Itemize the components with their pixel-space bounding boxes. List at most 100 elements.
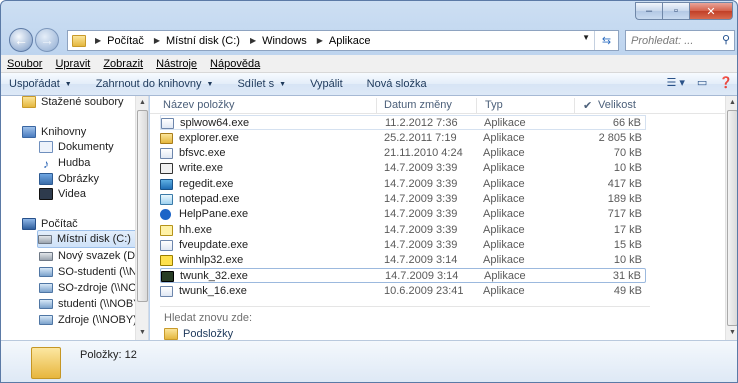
back-button[interactable]: ← — [9, 28, 33, 52]
help-icon — [160, 208, 171, 220]
sidebar-item-local-disk-c[interactable]: Místní disk (C:) — [37, 230, 137, 248]
burn-button[interactable]: Vypálit — [310, 78, 343, 90]
scroll-up-icon[interactable]: ▲ — [726, 96, 737, 110]
table-row[interactable]: winhlp32.exe 14.7.2009 3:14 Aplikace 10 kB — [160, 253, 646, 268]
history-dropdown-icon[interactable]: ▼ — [582, 33, 590, 42]
include-library-button[interactable]: Zahrnout do knihovny ▼ — [96, 78, 214, 90]
regedit-icon — [160, 178, 173, 190]
table-row[interactable]: explorer.exe 25.2.2011 7:19 Aplikace 2 805 … — [160, 131, 646, 146]
column-type[interactable]: Typ — [485, 99, 503, 111]
sidebar-item-downloads[interactable]: Stažené soubory — [22, 96, 124, 111]
folder-icon — [31, 347, 61, 379]
table-row-selected[interactable]: twunk_32.exe 14.7.2009 3:14 Aplikace 31 kB — [160, 268, 646, 283]
refresh-button[interactable]: ⇆ — [594, 31, 618, 50]
view-controls: ☰ ▾ ▭ ❓ — [654, 76, 733, 89]
menu-view[interactable]: Zobrazit — [103, 58, 143, 70]
breadcrumb-item[interactable]: Počítač — [107, 35, 144, 47]
table-row[interactable]: HelpPane.exe 14.7.2009 3:39 Aplikace 717 kB — [160, 207, 646, 222]
close-icon: ✕ — [706, 5, 716, 18]
column-headers: Název položky Datum změny Typ ✔ Velikost — [150, 96, 725, 114]
preview-pane-icon[interactable]: ▭ — [697, 76, 707, 89]
search-again-label: Hledat znovu zde: — [164, 312, 253, 324]
scroll-down-icon[interactable]: ▼ — [726, 326, 737, 340]
network-drive-icon — [39, 267, 53, 277]
table-row[interactable]: bfsvc.exe 21.11.2010 4:24 Aplikace 70 kB — [160, 146, 646, 161]
computer-icon — [22, 218, 36, 230]
item-count: Položky: 12 — [80, 349, 137, 361]
downloads-icon — [22, 96, 36, 108]
column-divider[interactable] — [476, 98, 477, 113]
details-pane: Položky: 12 — [1, 340, 737, 382]
breadcrumb-item[interactable]: Aplikace — [329, 35, 371, 47]
drive-icon — [39, 251, 53, 261]
forward-button[interactable]: → — [35, 28, 59, 52]
minimize-button[interactable]: – — [635, 2, 662, 20]
breadcrumb-chevron-icon[interactable]: ▶ — [154, 36, 160, 45]
help-icon[interactable]: ❓ — [719, 76, 733, 89]
explorer-icon — [160, 132, 173, 144]
table-row[interactable]: notepad.exe 14.7.2009 3:39 Aplikace 189 kB — [160, 192, 646, 207]
column-name[interactable]: Název položky — [163, 99, 235, 111]
column-divider[interactable] — [574, 98, 575, 113]
file-list: Název položky Datum změny Typ ✔ Velikost… — [150, 96, 725, 340]
breadcrumb-chevron-icon[interactable]: ▶ — [317, 36, 323, 45]
caption-buttons: – ▫ ✕ — [635, 2, 733, 20]
breadcrumb-item[interactable]: Místní disk (C:) — [166, 35, 240, 47]
subfolders-link[interactable]: Podsložky — [164, 328, 233, 340]
explorer-window: – ▫ ✕ ← → ▶ Počítač ▶ Místní disk (C:) ▶… — [0, 0, 738, 383]
address-row: ← → ▶ Počítač ▶ Místní disk (C:) ▶ Windo… — [1, 26, 737, 54]
search-icon[interactable]: ⚲ — [722, 33, 730, 46]
winhlp-icon — [160, 254, 173, 266]
network-drive-icon — [39, 315, 53, 325]
back-arrow-icon: ← — [14, 32, 28, 48]
table-row[interactable]: regedit.exe 14.7.2009 3:39 Aplikace 417 kB — [160, 177, 646, 192]
scroll-down-icon[interactable]: ▼ — [136, 326, 148, 340]
table-row[interactable]: splwow64.exe 11.2.2012 7:36 Aplikace 66 kB — [160, 115, 646, 130]
app-icon — [161, 117, 174, 129]
menu-file[interactable]: Soubor — [7, 58, 42, 70]
music-icon: ♪ — [43, 157, 49, 171]
scroll-up-icon[interactable]: ▲ — [136, 96, 148, 110]
sidebar-item-videos[interactable]: Videa — [39, 185, 86, 203]
column-size[interactable]: Velikost — [598, 99, 636, 111]
breadcrumb-chevron-icon[interactable]: ▶ — [250, 36, 256, 45]
search-placeholder: Prohledat: ... — [631, 34, 694, 47]
hh-icon — [160, 224, 173, 236]
menu-tools[interactable]: Nástroje — [156, 58, 197, 70]
forward-arrow-icon: → — [40, 32, 54, 48]
close-button[interactable]: ✕ — [689, 2, 733, 20]
scrollbar-thumb[interactable] — [137, 110, 148, 302]
chevron-down-icon: ▼ — [64, 80, 72, 88]
notepad-icon — [160, 193, 173, 205]
minimize-icon: – — [645, 5, 653, 17]
table-row[interactable]: hh.exe 14.7.2009 3:39 Aplikace 17 kB — [160, 223, 646, 238]
table-row[interactable]: write.exe 14.7.2009 3:39 Aplikace 10 kB — [160, 161, 646, 176]
refresh-icon: ⇆ — [601, 35, 612, 47]
table-row[interactable]: fveupdate.exe 14.7.2009 3:39 Aplikace 15 kB — [160, 238, 646, 253]
new-folder-button[interactable]: Nová složka — [367, 78, 427, 90]
organize-button[interactable]: Uspořádat ▼ — [9, 78, 72, 90]
column-divider[interactable] — [376, 98, 377, 113]
breadcrumb-item[interactable]: Windows — [262, 35, 307, 47]
view-options-icon[interactable]: ☰ ▾ — [666, 76, 684, 89]
table-row[interactable]: twunk_16.exe 10.6.2009 23:41 Aplikace 49 kB — [160, 284, 646, 299]
pictures-icon — [39, 173, 53, 185]
column-date[interactable]: Datum změny — [384, 99, 452, 111]
content-scrollbar[interactable]: ▲ ▼ — [725, 96, 737, 340]
navigation-scrollbar[interactable]: ▲ ▼ — [135, 96, 148, 340]
menu-edit[interactable]: Upravit — [55, 58, 90, 70]
libraries-icon — [22, 126, 36, 138]
address-bar[interactable]: ▶ Počítač ▶ Místní disk (C:) ▶ Windows ▶… — [67, 30, 619, 51]
share-button[interactable]: Sdílet s ▼ — [237, 78, 286, 90]
network-drive-icon — [39, 283, 53, 293]
write-icon — [160, 162, 173, 174]
app-icon — [160, 285, 173, 297]
documents-icon — [39, 141, 53, 153]
menu-help[interactable]: Nápověda — [210, 58, 260, 70]
sidebar-item-zdroje[interactable]: Zdroje (\\NOBY) — [39, 311, 137, 329]
chevron-down-icon: ▼ — [279, 80, 287, 88]
maximize-button[interactable]: ▫ — [662, 2, 689, 20]
scrollbar-thumb[interactable] — [727, 110, 737, 326]
drive-icon — [38, 234, 52, 244]
search-input[interactable]: Prohledat: ... ⚲ — [625, 30, 735, 51]
